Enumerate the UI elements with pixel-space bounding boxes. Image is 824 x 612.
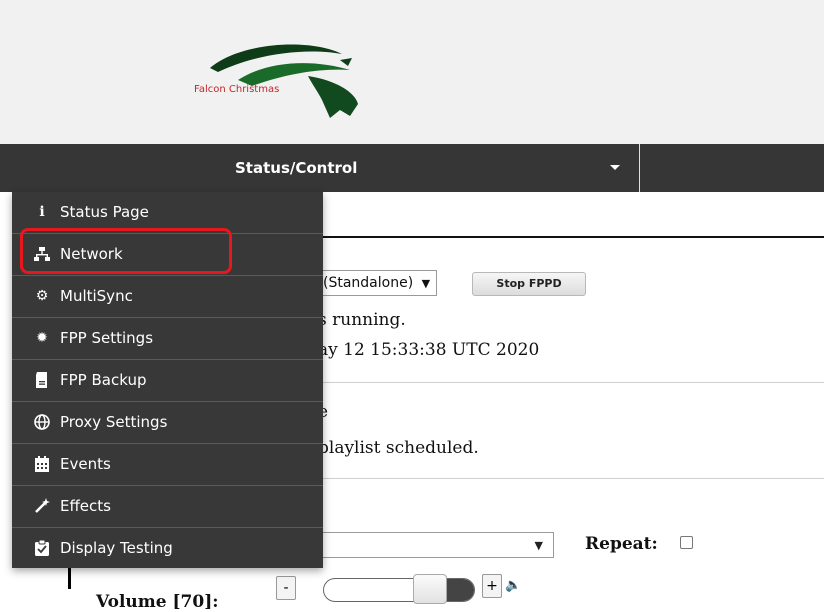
menu-item-fpp-settings[interactable]: ✹ FPP Settings	[12, 318, 323, 360]
volume-slider[interactable]	[323, 578, 475, 602]
cogs-icon: ⚙	[35, 288, 49, 304]
menu-item-multisync[interactable]: ⚙ MultiSync	[12, 276, 323, 318]
menu-item-label: Status Page	[60, 203, 149, 221]
network-highlight-box	[20, 228, 232, 274]
menu-item-label: Effects	[60, 497, 111, 515]
volume-increase-button[interactable]: +	[482, 574, 502, 598]
repeat-checkbox[interactable]	[680, 536, 693, 549]
header: Falcon Christmas	[0, 0, 824, 144]
menu-item-label: MultiSync	[60, 287, 133, 305]
fppd-mode-value: (Standalone)	[323, 275, 414, 291]
playlist-select[interactable]: ▼	[300, 532, 554, 558]
falcon-christmas-logo: Falcon Christmas	[194, 44, 358, 118]
clipboard-check-icon	[34, 539, 50, 556]
menu-item-label: Display Testing	[60, 539, 173, 557]
caret-down-icon	[610, 165, 620, 170]
menu-item-label: FPP Backup	[60, 371, 147, 389]
select-caret-icon: ▼	[534, 539, 543, 552]
playlist-status-text: playlist scheduled.	[318, 438, 479, 458]
volume-decrease-button[interactable]: -	[276, 576, 296, 600]
fppd-running-text: s running.	[318, 310, 406, 330]
speaker-icon: 🔈	[505, 578, 522, 593]
select-caret-icon: ▼	[421, 277, 431, 290]
nav-status-control[interactable]: Status/Control	[0, 144, 640, 192]
volume-slider-thumb[interactable]	[413, 574, 447, 604]
volume-label: Volume [70]:	[96, 592, 219, 612]
repeat-label: Repeat:	[585, 534, 658, 554]
menu-item-proxy-settings[interactable]: Proxy Settings	[12, 402, 323, 444]
stop-fppd-button[interactable]: Stop FPPD	[472, 272, 586, 296]
menu-item-effects[interactable]: Effects	[12, 486, 323, 528]
top-navbar: Status/Control	[0, 144, 824, 192]
nav-status-control-label: Status/Control	[235, 159, 358, 177]
section-divider	[320, 478, 824, 479]
menu-item-label: Proxy Settings	[60, 413, 168, 431]
gear-icon: ✹	[36, 330, 48, 346]
info-icon: i	[39, 204, 45, 220]
globe-icon	[34, 414, 50, 430]
logo-text-falcon: Falcon Christmas	[194, 84, 279, 95]
magic-wand-icon	[34, 498, 50, 514]
calendar-icon	[34, 456, 50, 472]
section-divider	[320, 382, 824, 383]
menu-item-label: FPP Settings	[60, 329, 154, 347]
sd-card-icon	[34, 372, 50, 388]
menu-item-display-testing[interactable]: Display Testing	[12, 528, 323, 568]
fppd-date-text: ay 12 15:33:38 UTC 2020	[318, 340, 540, 360]
menu-item-label: Events	[60, 455, 111, 473]
menu-item-events[interactable]: Events	[12, 444, 323, 486]
menu-item-fpp-backup[interactable]: FPP Backup	[12, 360, 323, 402]
content-top-border	[320, 236, 824, 238]
